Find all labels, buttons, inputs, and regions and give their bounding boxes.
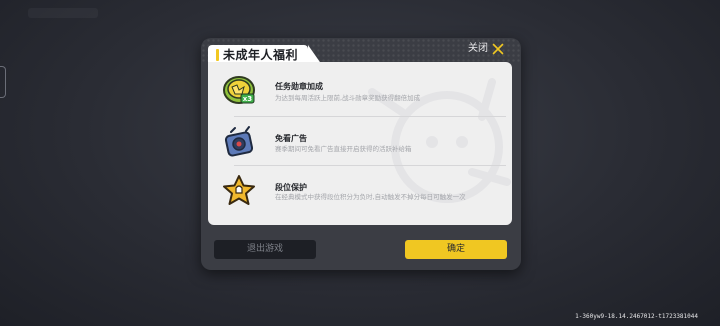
version-string: 1-360yw9-18.14.2467012-t1723381044 bbox=[575, 313, 698, 320]
exit-game-button[interactable]: 退出游戏 bbox=[214, 240, 316, 259]
welfare-item-medal-boost: x3 任务勋章加成 为达到每周活跃上限前,战斗勋章奖励获得翻倍加成 bbox=[220, 70, 504, 118]
welfare-content-panel: x3 任务勋章加成 为达到每周活跃上限前,战斗勋章奖励获得翻倍加成 免看广告 赛… bbox=[208, 62, 512, 225]
item-divider bbox=[234, 165, 506, 166]
item-description: 赛季期间可免看广告直接开启获得的活跃补给箱 bbox=[275, 145, 412, 153]
title-accent-bar bbox=[216, 49, 219, 61]
item-description: 为达到每周活跃上限前,战斗勋章奖励获得翻倍加成 bbox=[275, 94, 421, 102]
close-label: 关闭 bbox=[468, 43, 488, 54]
confirm-button[interactable]: 确定 bbox=[405, 240, 507, 259]
item-description: 在经典模式中获得段位积分为负时,自动触发不掉分每日可触发一次 bbox=[275, 193, 466, 201]
rank-star-icon bbox=[223, 175, 255, 205]
supply-box-icon bbox=[224, 126, 254, 157]
welfare-item-ad-free: 免看广告 赛季期间可免看广告直接开启获得的活跃补给箱 bbox=[220, 122, 504, 170]
dialog-title: 未成年人福利 bbox=[223, 48, 299, 62]
close-button[interactable]: 关闭 bbox=[468, 41, 504, 57]
welfare-item-rank-protection: 段位保护 在经典模式中获得段位积分为负时,自动触发不掉分每日可触发一次 bbox=[220, 172, 504, 220]
item-title: 免看广告 bbox=[275, 134, 307, 143]
side-handle[interactable] bbox=[0, 66, 6, 98]
background-decoration bbox=[28, 8, 98, 18]
game-screen: 未成年人福利 关闭 x3 任务勋章加成 为达到每周活跃上限前,战斗勋章奖励获得翻… bbox=[0, 0, 720, 326]
close-icon bbox=[492, 43, 504, 55]
item-divider bbox=[234, 116, 506, 117]
medal-boost-icon: x3 bbox=[223, 76, 255, 104]
item-title: 段位保护 bbox=[275, 183, 307, 192]
item-title: 任务勋章加成 bbox=[275, 82, 323, 91]
medal-badge-text: x3 bbox=[243, 95, 253, 103]
